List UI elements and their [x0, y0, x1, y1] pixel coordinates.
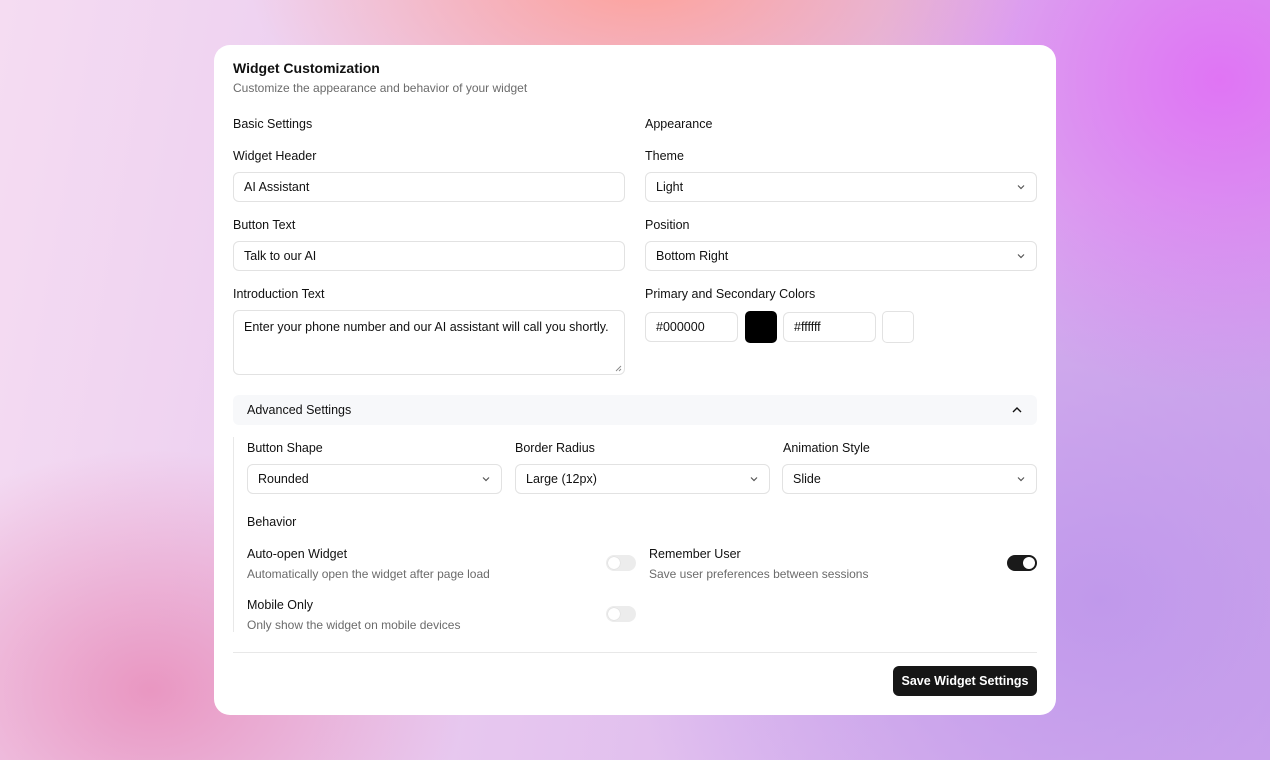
remember-user-description: Save user preferences between sessions	[649, 567, 869, 581]
mobile-only-switch[interactable]	[606, 606, 636, 622]
auto-open-description: Automatically open the widget after page…	[247, 567, 490, 581]
chevron-down-icon	[482, 477, 490, 482]
introduction-text-textarea[interactable]: Enter your phone number and our AI assis…	[233, 310, 625, 375]
switch-knob	[608, 608, 620, 620]
position-label: Position	[645, 218, 690, 232]
advanced-settings-toggle[interactable]: Advanced Settings	[233, 395, 1037, 425]
position-select[interactable]: Bottom Right	[645, 241, 1037, 271]
switch-knob	[1023, 557, 1035, 569]
page-title: Widget Customization	[233, 60, 380, 76]
border-radius-value: Large (12px)	[526, 472, 597, 486]
button-shape-label: Button Shape	[247, 441, 323, 455]
border-radius-select[interactable]: Large (12px)	[515, 464, 770, 494]
widget-customization-card: Widget Customization Customize the appea…	[214, 45, 1056, 715]
button-shape-select[interactable]: Rounded	[247, 464, 502, 494]
appearance-heading: Appearance	[645, 117, 713, 131]
introduction-text-label: Introduction Text	[233, 287, 325, 301]
footer-divider	[233, 652, 1037, 653]
animation-style-label: Animation Style	[783, 441, 870, 455]
widget-header-input[interactable]: AI Assistant	[233, 172, 625, 202]
behavior-heading: Behavior	[247, 515, 297, 529]
border-radius-label: Border Radius	[515, 441, 595, 455]
chevron-down-icon	[1017, 477, 1025, 482]
widget-header-label: Widget Header	[233, 149, 317, 163]
auto-open-switch[interactable]	[606, 555, 636, 571]
resize-handle-icon[interactable]	[615, 365, 622, 372]
remember-user-switch[interactable]	[1007, 555, 1037, 571]
animation-style-select[interactable]: Slide	[782, 464, 1037, 494]
secondary-color-swatch[interactable]	[882, 311, 914, 343]
primary-color-swatch[interactable]	[745, 311, 777, 343]
animation-style-value: Slide	[793, 472, 821, 486]
theme-select[interactable]: Light	[645, 172, 1037, 202]
advanced-section-divider	[233, 437, 234, 632]
colors-label: Primary and Secondary Colors	[645, 287, 816, 301]
page-subtitle: Customize the appearance and behavior of…	[233, 81, 528, 95]
basic-settings-heading: Basic Settings	[233, 117, 313, 131]
button-shape-value: Rounded	[258, 472, 309, 486]
remember-user-title: Remember User	[649, 547, 741, 561]
switch-knob	[608, 557, 620, 569]
position-value: Bottom Right	[656, 249, 729, 263]
theme-label: Theme	[645, 149, 684, 163]
auto-open-title: Auto-open Widget	[247, 547, 348, 561]
widget-header-value: AI Assistant	[244, 180, 310, 194]
button-text-value: Talk to our AI	[244, 249, 317, 263]
chevron-down-icon	[1017, 254, 1025, 259]
theme-value: Light	[656, 180, 684, 194]
mobile-only-description: Only show the widget on mobile devices	[247, 618, 461, 632]
primary-color-value: #000000	[656, 320, 705, 334]
mobile-only-title: Mobile Only	[247, 598, 313, 612]
secondary-color-value: #ffffff	[794, 320, 821, 334]
save-widget-settings-button[interactable]: Save Widget Settings	[893, 666, 1037, 696]
chevron-up-icon	[1012, 407, 1022, 413]
button-text-input[interactable]: Talk to our AI	[233, 241, 625, 271]
chevron-down-icon	[750, 477, 758, 482]
advanced-settings-label: Advanced Settings	[247, 403, 352, 417]
introduction-text-value: Enter your phone number and our AI assis…	[244, 320, 609, 334]
secondary-color-input[interactable]: #ffffff	[783, 312, 876, 342]
primary-color-input[interactable]: #000000	[645, 312, 738, 342]
chevron-down-icon	[1017, 185, 1025, 190]
button-text-label: Button Text	[233, 218, 296, 232]
